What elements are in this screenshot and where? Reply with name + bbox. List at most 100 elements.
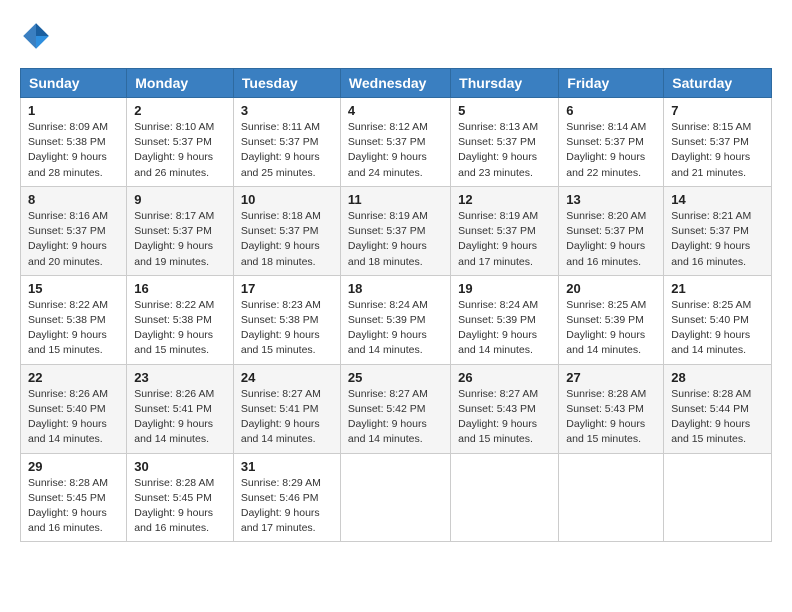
day-info: Sunrise: 8:22 AMSunset: 5:38 PMDaylight:…: [28, 299, 108, 357]
day-number: 3: [241, 103, 333, 118]
day-info: Sunrise: 8:27 AMSunset: 5:41 PMDaylight:…: [241, 388, 321, 446]
day-info: Sunrise: 8:25 AMSunset: 5:39 PMDaylight:…: [566, 299, 646, 357]
day-number: 16: [134, 281, 226, 296]
day-number: 8: [28, 192, 119, 207]
calendar-cell: 18 Sunrise: 8:24 AMSunset: 5:39 PMDaylig…: [340, 275, 450, 364]
calendar-cell: 25 Sunrise: 8:27 AMSunset: 5:42 PMDaylig…: [340, 364, 450, 453]
day-info: Sunrise: 8:16 AMSunset: 5:37 PMDaylight:…: [28, 210, 108, 268]
day-info: Sunrise: 8:27 AMSunset: 5:42 PMDaylight:…: [348, 388, 428, 446]
day-number: 29: [28, 459, 119, 474]
day-number: 19: [458, 281, 551, 296]
calendar-cell: 22 Sunrise: 8:26 AMSunset: 5:40 PMDaylig…: [21, 364, 127, 453]
day-number: 9: [134, 192, 226, 207]
calendar-cell: 5 Sunrise: 8:13 AMSunset: 5:37 PMDayligh…: [451, 98, 559, 187]
day-number: 23: [134, 370, 226, 385]
calendar-cell: [340, 453, 450, 542]
calendar-cell: 26 Sunrise: 8:27 AMSunset: 5:43 PMDaylig…: [451, 364, 559, 453]
calendar-cell: 14 Sunrise: 8:21 AMSunset: 5:37 PMDaylig…: [664, 186, 772, 275]
calendar-cell: [559, 453, 664, 542]
weekday-header: Friday: [559, 69, 664, 98]
day-number: 31: [241, 459, 333, 474]
calendar-cell: 30 Sunrise: 8:28 AMSunset: 5:45 PMDaylig…: [127, 453, 234, 542]
calendar-cell: 23 Sunrise: 8:26 AMSunset: 5:41 PMDaylig…: [127, 364, 234, 453]
calendar-cell: 13 Sunrise: 8:20 AMSunset: 5:37 PMDaylig…: [559, 186, 664, 275]
calendar-cell: 4 Sunrise: 8:12 AMSunset: 5:37 PMDayligh…: [340, 98, 450, 187]
calendar-cell: [664, 453, 772, 542]
day-info: Sunrise: 8:28 AMSunset: 5:45 PMDaylight:…: [134, 477, 214, 535]
day-info: Sunrise: 8:24 AMSunset: 5:39 PMDaylight:…: [458, 299, 538, 357]
weekday-header: Saturday: [664, 69, 772, 98]
weekday-header: Thursday: [451, 69, 559, 98]
calendar-week-row: 1 Sunrise: 8:09 AMSunset: 5:38 PMDayligh…: [21, 98, 772, 187]
day-number: 6: [566, 103, 656, 118]
day-info: Sunrise: 8:13 AMSunset: 5:37 PMDaylight:…: [458, 121, 538, 179]
calendar-cell: 1 Sunrise: 8:09 AMSunset: 5:38 PMDayligh…: [21, 98, 127, 187]
day-info: Sunrise: 8:17 AMSunset: 5:37 PMDaylight:…: [134, 210, 214, 268]
day-info: Sunrise: 8:14 AMSunset: 5:37 PMDaylight:…: [566, 121, 646, 179]
weekday-header: Sunday: [21, 69, 127, 98]
day-info: Sunrise: 8:25 AMSunset: 5:40 PMDaylight:…: [671, 299, 751, 357]
calendar-week-row: 15 Sunrise: 8:22 AMSunset: 5:38 PMDaylig…: [21, 275, 772, 364]
day-number: 18: [348, 281, 443, 296]
day-info: Sunrise: 8:09 AMSunset: 5:38 PMDaylight:…: [28, 121, 108, 179]
day-info: Sunrise: 8:15 AMSunset: 5:37 PMDaylight:…: [671, 121, 751, 179]
day-info: Sunrise: 8:10 AMSunset: 5:37 PMDaylight:…: [134, 121, 214, 179]
calendar-table: SundayMondayTuesdayWednesdayThursdayFrid…: [20, 68, 772, 542]
day-number: 17: [241, 281, 333, 296]
logo: [20, 20, 56, 52]
day-info: Sunrise: 8:21 AMSunset: 5:37 PMDaylight:…: [671, 210, 751, 268]
calendar-cell: 24 Sunrise: 8:27 AMSunset: 5:41 PMDaylig…: [233, 364, 340, 453]
day-info: Sunrise: 8:28 AMSunset: 5:43 PMDaylight:…: [566, 388, 646, 446]
day-number: 10: [241, 192, 333, 207]
day-number: 21: [671, 281, 764, 296]
calendar-cell: 31 Sunrise: 8:29 AMSunset: 5:46 PMDaylig…: [233, 453, 340, 542]
calendar-cell: 9 Sunrise: 8:17 AMSunset: 5:37 PMDayligh…: [127, 186, 234, 275]
day-number: 28: [671, 370, 764, 385]
logo-icon: [20, 20, 52, 52]
day-info: Sunrise: 8:27 AMSunset: 5:43 PMDaylight:…: [458, 388, 538, 446]
day-number: 30: [134, 459, 226, 474]
day-info: Sunrise: 8:28 AMSunset: 5:44 PMDaylight:…: [671, 388, 751, 446]
day-info: Sunrise: 8:19 AMSunset: 5:37 PMDaylight:…: [458, 210, 538, 268]
day-number: 14: [671, 192, 764, 207]
calendar-cell: 28 Sunrise: 8:28 AMSunset: 5:44 PMDaylig…: [664, 364, 772, 453]
day-number: 7: [671, 103, 764, 118]
calendar-cell: 6 Sunrise: 8:14 AMSunset: 5:37 PMDayligh…: [559, 98, 664, 187]
day-number: 11: [348, 192, 443, 207]
day-info: Sunrise: 8:22 AMSunset: 5:38 PMDaylight:…: [134, 299, 214, 357]
day-number: 4: [348, 103, 443, 118]
day-info: Sunrise: 8:18 AMSunset: 5:37 PMDaylight:…: [241, 210, 321, 268]
day-number: 22: [28, 370, 119, 385]
day-number: 26: [458, 370, 551, 385]
day-info: Sunrise: 8:28 AMSunset: 5:45 PMDaylight:…: [28, 477, 108, 535]
day-info: Sunrise: 8:12 AMSunset: 5:37 PMDaylight:…: [348, 121, 428, 179]
day-number: 5: [458, 103, 551, 118]
day-number: 20: [566, 281, 656, 296]
day-number: 1: [28, 103, 119, 118]
day-info: Sunrise: 8:26 AMSunset: 5:40 PMDaylight:…: [28, 388, 108, 446]
calendar-week-row: 29 Sunrise: 8:28 AMSunset: 5:45 PMDaylig…: [21, 453, 772, 542]
day-info: Sunrise: 8:29 AMSunset: 5:46 PMDaylight:…: [241, 477, 321, 535]
weekday-header: Monday: [127, 69, 234, 98]
day-number: 15: [28, 281, 119, 296]
calendar-cell: 17 Sunrise: 8:23 AMSunset: 5:38 PMDaylig…: [233, 275, 340, 364]
calendar-week-row: 8 Sunrise: 8:16 AMSunset: 5:37 PMDayligh…: [21, 186, 772, 275]
calendar-cell: 3 Sunrise: 8:11 AMSunset: 5:37 PMDayligh…: [233, 98, 340, 187]
calendar-header-row: SundayMondayTuesdayWednesdayThursdayFrid…: [21, 69, 772, 98]
calendar-cell: 7 Sunrise: 8:15 AMSunset: 5:37 PMDayligh…: [664, 98, 772, 187]
calendar-cell: 2 Sunrise: 8:10 AMSunset: 5:37 PMDayligh…: [127, 98, 234, 187]
calendar-cell: 12 Sunrise: 8:19 AMSunset: 5:37 PMDaylig…: [451, 186, 559, 275]
day-info: Sunrise: 8:26 AMSunset: 5:41 PMDaylight:…: [134, 388, 214, 446]
calendar-cell: 27 Sunrise: 8:28 AMSunset: 5:43 PMDaylig…: [559, 364, 664, 453]
day-info: Sunrise: 8:19 AMSunset: 5:37 PMDaylight:…: [348, 210, 428, 268]
calendar-cell: 10 Sunrise: 8:18 AMSunset: 5:37 PMDaylig…: [233, 186, 340, 275]
calendar-cell: 21 Sunrise: 8:25 AMSunset: 5:40 PMDaylig…: [664, 275, 772, 364]
calendar-cell: [451, 453, 559, 542]
day-info: Sunrise: 8:20 AMSunset: 5:37 PMDaylight:…: [566, 210, 646, 268]
day-info: Sunrise: 8:23 AMSunset: 5:38 PMDaylight:…: [241, 299, 321, 357]
day-number: 25: [348, 370, 443, 385]
calendar-cell: 19 Sunrise: 8:24 AMSunset: 5:39 PMDaylig…: [451, 275, 559, 364]
day-number: 13: [566, 192, 656, 207]
weekday-header: Wednesday: [340, 69, 450, 98]
day-number: 12: [458, 192, 551, 207]
